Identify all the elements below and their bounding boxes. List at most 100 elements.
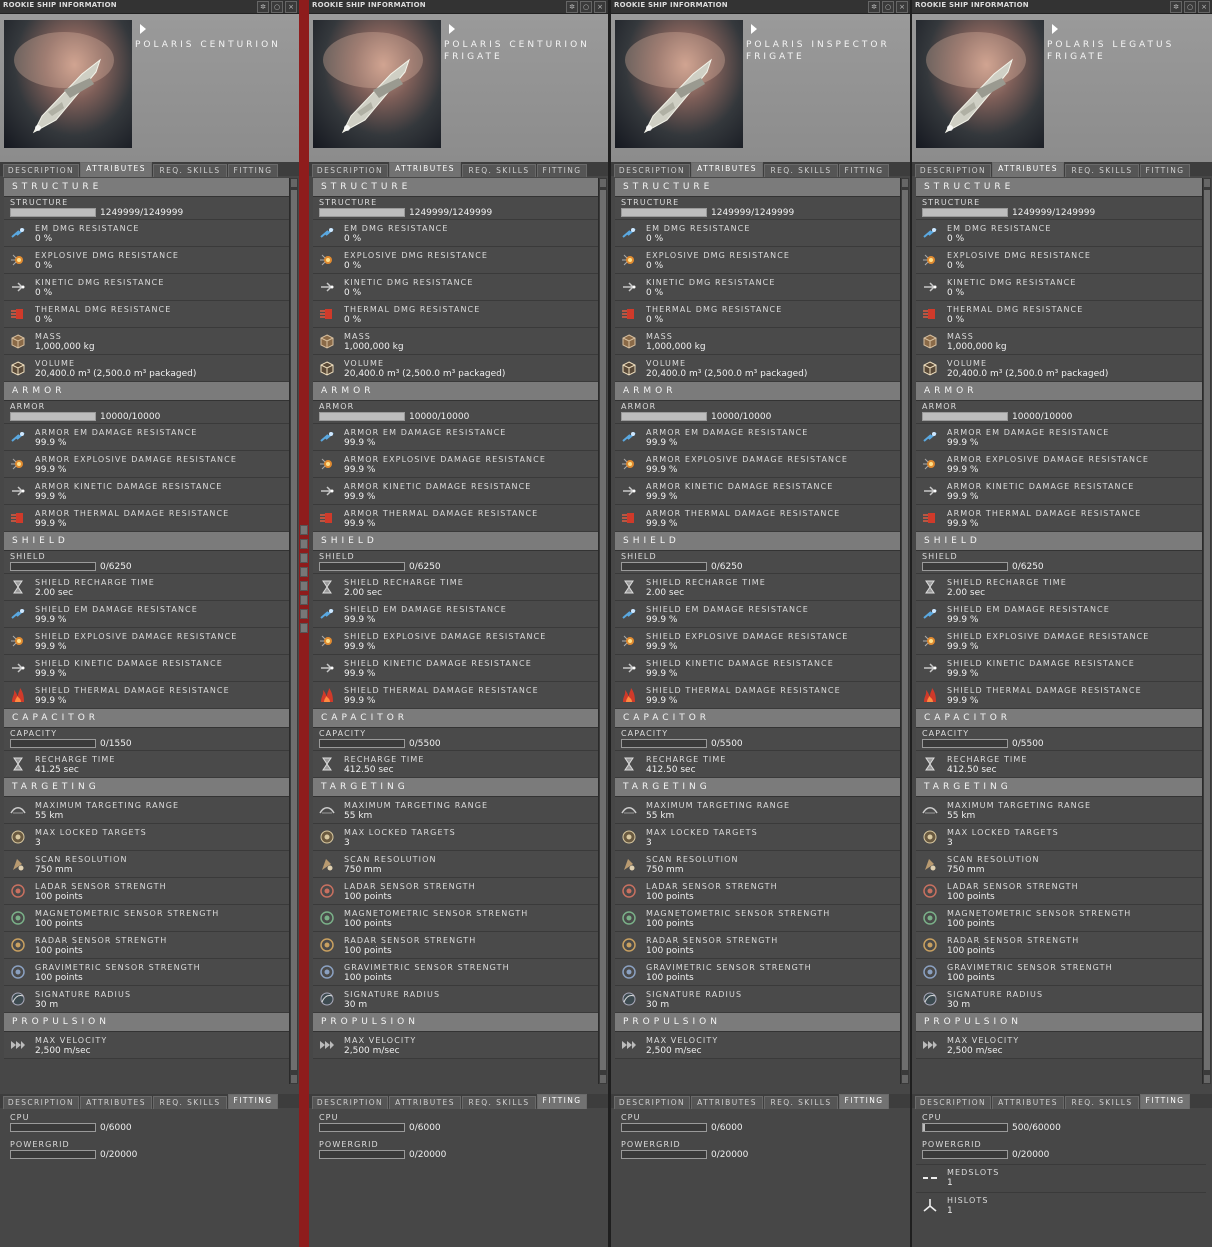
- separator-toolbar-button[interactable]: [300, 595, 308, 605]
- tab-fitting[interactable]: FITTING: [228, 164, 278, 177]
- scroll-down-icon[interactable]: [600, 1075, 606, 1083]
- separator-toolbar-button[interactable]: [300, 581, 308, 591]
- tab-req-skills[interactable]: REQ. SKILLS: [764, 1096, 838, 1109]
- scroll-down-icon[interactable]: [902, 1075, 908, 1083]
- scroll-thumb[interactable]: [291, 190, 297, 1070]
- scroll-up-icon[interactable]: [902, 179, 908, 187]
- tab-fitting[interactable]: FITTING: [1140, 1094, 1190, 1109]
- section-header-propulsion[interactable]: PROPULSION: [916, 1013, 1202, 1032]
- section-header-structure[interactable]: STRUCTURE: [313, 178, 598, 197]
- tab-fitting[interactable]: FITTING: [537, 1094, 587, 1109]
- tab-description[interactable]: DESCRIPTION: [312, 1096, 388, 1109]
- tab-req-skills[interactable]: REQ. SKILLS: [1065, 164, 1139, 177]
- tab-description[interactable]: DESCRIPTION: [915, 164, 991, 177]
- expand-arrow-icon[interactable]: [1052, 24, 1058, 34]
- tab-attributes[interactable]: ATTRIBUTES: [389, 162, 461, 177]
- attributes-scrollbar[interactable]: [900, 178, 909, 1084]
- separator-toolbar-button[interactable]: [300, 539, 308, 549]
- window-titlebar[interactable]: ROOKIE SHIP INFORMATION ✲ ○ ×: [309, 0, 608, 14]
- tab-attributes[interactable]: ATTRIBUTES: [992, 162, 1064, 177]
- section-header-shield[interactable]: SHIELD: [615, 532, 900, 551]
- tab-attributes[interactable]: ATTRIBUTES: [80, 162, 152, 177]
- settings-icon[interactable]: ✲: [257, 1, 269, 13]
- section-header-propulsion[interactable]: PROPULSION: [4, 1013, 289, 1032]
- tab-description[interactable]: DESCRIPTION: [614, 164, 690, 177]
- close-icon[interactable]: ×: [594, 1, 606, 13]
- section-header-targeting[interactable]: TARGETING: [615, 778, 900, 797]
- tab-fitting[interactable]: FITTING: [228, 1094, 278, 1109]
- tab-req-skills[interactable]: REQ. SKILLS: [764, 164, 838, 177]
- section-header-structure[interactable]: STRUCTURE: [916, 178, 1202, 197]
- section-header-structure[interactable]: STRUCTURE: [615, 178, 900, 197]
- window-titlebar[interactable]: ROOKIE SHIP INFORMATION ✲ ○ ×: [0, 0, 299, 14]
- scroll-down-icon[interactable]: [291, 1075, 297, 1083]
- tab-description[interactable]: DESCRIPTION: [915, 1096, 991, 1109]
- tab-description[interactable]: DESCRIPTION: [3, 1096, 79, 1109]
- close-icon[interactable]: ×: [285, 1, 297, 13]
- tab-attributes[interactable]: ATTRIBUTES: [389, 1096, 461, 1109]
- separator-toolbar-button[interactable]: [300, 525, 308, 535]
- separator-toolbar-button[interactable]: [300, 623, 308, 633]
- expand-arrow-icon[interactable]: [751, 24, 757, 34]
- settings-icon[interactable]: ✲: [1170, 1, 1182, 13]
- section-header-shield[interactable]: SHIELD: [313, 532, 598, 551]
- scroll-up-icon[interactable]: [291, 179, 297, 187]
- section-header-armor[interactable]: ARMOR: [313, 382, 598, 401]
- scroll-thumb[interactable]: [1204, 190, 1210, 1070]
- attributes-scrollbar[interactable]: [289, 178, 298, 1084]
- section-header-capacitor[interactable]: CAPACITOR: [4, 709, 289, 728]
- window-titlebar[interactable]: ROOKIE SHIP INFORMATION ✲ ○ ×: [611, 0, 910, 14]
- separator-toolbar-button[interactable]: [300, 567, 308, 577]
- tab-description[interactable]: DESCRIPTION: [3, 164, 79, 177]
- section-header-armor[interactable]: ARMOR: [615, 382, 900, 401]
- expand-arrow-icon[interactable]: [449, 24, 455, 34]
- section-header-armor[interactable]: ARMOR: [4, 382, 289, 401]
- tab-description[interactable]: DESCRIPTION: [312, 164, 388, 177]
- section-header-propulsion[interactable]: PROPULSION: [615, 1013, 900, 1032]
- section-header-targeting[interactable]: TARGETING: [4, 778, 289, 797]
- minimize-icon[interactable]: ○: [1184, 1, 1196, 13]
- scroll-up-icon[interactable]: [1204, 179, 1210, 187]
- section-header-targeting[interactable]: TARGETING: [313, 778, 598, 797]
- tab-description[interactable]: DESCRIPTION: [614, 1096, 690, 1109]
- minimize-icon[interactable]: ○: [271, 1, 283, 13]
- section-header-targeting[interactable]: TARGETING: [916, 778, 1202, 797]
- tab-req-skills[interactable]: REQ. SKILLS: [462, 164, 536, 177]
- tab-req-skills[interactable]: REQ. SKILLS: [1065, 1096, 1139, 1109]
- scroll-thumb[interactable]: [600, 190, 606, 1070]
- tab-fitting[interactable]: FITTING: [1140, 164, 1190, 177]
- close-icon[interactable]: ×: [896, 1, 908, 13]
- attributes-scrollbar[interactable]: [1202, 178, 1211, 1084]
- section-header-propulsion[interactable]: PROPULSION: [313, 1013, 598, 1032]
- window-titlebar[interactable]: ROOKIE SHIP INFORMATION ✲ ○ ×: [912, 0, 1212, 14]
- scroll-thumb[interactable]: [902, 190, 908, 1070]
- scroll-up-icon[interactable]: [600, 179, 606, 187]
- section-header-shield[interactable]: SHIELD: [916, 532, 1202, 551]
- section-header-capacitor[interactable]: CAPACITOR: [615, 709, 900, 728]
- section-header-structure[interactable]: STRUCTURE: [4, 178, 289, 197]
- tab-fitting[interactable]: FITTING: [839, 164, 889, 177]
- tab-fitting[interactable]: FITTING: [537, 164, 587, 177]
- tab-attributes[interactable]: ATTRIBUTES: [691, 162, 763, 177]
- tab-req-skills[interactable]: REQ. SKILLS: [153, 1096, 227, 1109]
- section-header-capacitor[interactable]: CAPACITOR: [916, 709, 1202, 728]
- minimize-icon[interactable]: ○: [580, 1, 592, 13]
- settings-icon[interactable]: ✲: [868, 1, 880, 13]
- attributes-scrollbar[interactable]: [598, 178, 607, 1084]
- tab-fitting[interactable]: FITTING: [839, 1094, 889, 1109]
- expand-arrow-icon[interactable]: [140, 24, 146, 34]
- tab-attributes[interactable]: ATTRIBUTES: [992, 1096, 1064, 1109]
- tab-req-skills[interactable]: REQ. SKILLS: [153, 164, 227, 177]
- separator-toolbar-button[interactable]: [300, 553, 308, 563]
- settings-icon[interactable]: ✲: [566, 1, 578, 13]
- close-icon[interactable]: ×: [1198, 1, 1210, 13]
- minimize-icon[interactable]: ○: [882, 1, 894, 13]
- tab-attributes[interactable]: ATTRIBUTES: [691, 1096, 763, 1109]
- scroll-down-icon[interactable]: [1204, 1075, 1210, 1083]
- tab-attributes[interactable]: ATTRIBUTES: [80, 1096, 152, 1109]
- separator-toolbar-button[interactable]: [300, 609, 308, 619]
- section-header-capacitor[interactable]: CAPACITOR: [313, 709, 598, 728]
- section-header-armor[interactable]: ARMOR: [916, 382, 1202, 401]
- tab-req-skills[interactable]: REQ. SKILLS: [462, 1096, 536, 1109]
- section-header-shield[interactable]: SHIELD: [4, 532, 289, 551]
